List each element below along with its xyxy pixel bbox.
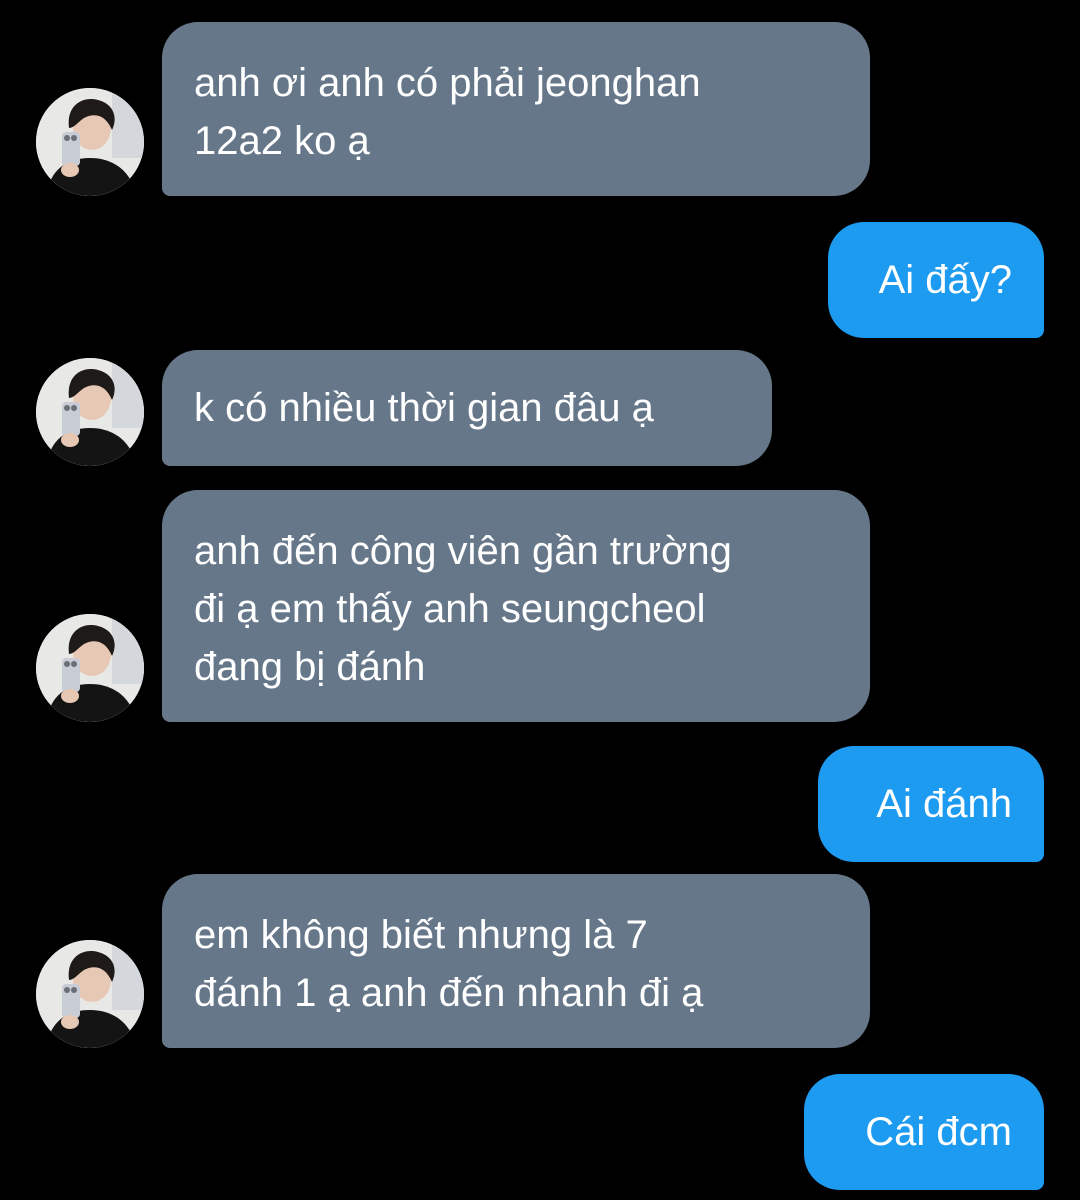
- message-bubble-sent[interactable]: Ai đánh: [818, 746, 1044, 862]
- message-bubble-sent[interactable]: Cái đcm: [804, 1074, 1044, 1190]
- avatar-photo-icon: [36, 614, 144, 722]
- message-bubble-sent[interactable]: Ai đấy?: [828, 222, 1044, 338]
- message-bubble-received[interactable]: k có nhiều thời gian đâu ạ: [162, 350, 772, 466]
- avatar[interactable]: [36, 940, 144, 1048]
- message-bubble-received[interactable]: em không biết nhưng là 7 đánh 1 ạ anh đế…: [162, 874, 870, 1048]
- message-bubble-received[interactable]: anh ơi anh có phải jeonghan 12a2 ko ạ: [162, 22, 870, 196]
- avatar-photo-icon: [36, 358, 144, 466]
- avatar[interactable]: [36, 358, 144, 466]
- message-bubble-received[interactable]: anh đến công viên gần trường đi ạ em thấ…: [162, 490, 870, 722]
- avatar-photo-icon: [36, 940, 144, 1048]
- avatar[interactable]: [36, 88, 144, 196]
- avatar[interactable]: [36, 614, 144, 722]
- avatar-photo-icon: [36, 88, 144, 196]
